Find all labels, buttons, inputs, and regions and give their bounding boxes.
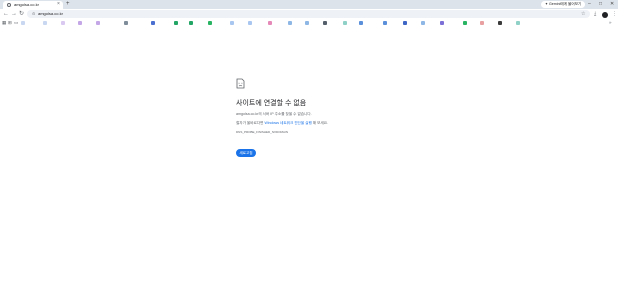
menu-icon[interactable]: ⋮ (612, 10, 617, 18)
bookmark-favicon-icon (288, 21, 292, 25)
bookmark-favicon-icon (96, 21, 100, 25)
bookmark-favicon-icon (248, 21, 252, 25)
broken-page-icon (236, 78, 245, 89)
new-tab-icon[interactable]: + (66, 1, 70, 8)
reload-icon[interactable]: ↻ (19, 10, 24, 18)
tab-groups-icon[interactable]: ⊞ (8, 20, 12, 26)
gemini-button[interactable]: ✦ Gemini에게 물어보기 (541, 1, 586, 8)
gemini-label: Gemini에게 물어보기 (549, 2, 582, 6)
error-title: 사이트에 연결할 수 없음 (236, 100, 307, 107)
bookmark-favicon-icon (440, 21, 444, 25)
bookmark-favicon-icon (61, 21, 65, 25)
bookmarks-bar: ▦ ⊞ ▭ (0, 19, 618, 27)
bookmark-favicon-icon (78, 21, 82, 25)
browser-tab[interactable]: amgolsa.co.kr × (3, 1, 63, 9)
sparkle-icon: ✦ (545, 2, 549, 6)
bookmark-favicon-icon (498, 21, 502, 25)
bookmark-favicon-icon (305, 21, 309, 25)
site-info-icon[interactable]: ⊙ (32, 11, 35, 17)
toolbar: ← → ↻ ⊙ amgolsa.co.kr ☆ ⤓ ⋮ (0, 9, 618, 19)
error-suggestion: 철자가 올바르다면 Windows 네트워크 진단을 실행 해 보세요. (236, 121, 328, 126)
bookmark-favicon-icon (516, 21, 520, 25)
bookmark-favicon-icon (343, 21, 347, 25)
network-diagnostics-link[interactable]: Windows 네트워크 진단을 실행 (264, 121, 311, 125)
bookmark-favicon-icon (268, 21, 272, 25)
bookmark-favicon-icon (124, 21, 128, 25)
tab-title: amgolsa.co.kr (14, 2, 39, 7)
bookmark-favicon-icon (463, 21, 467, 25)
bookmark-favicon-icon (208, 21, 212, 25)
minimize-icon[interactable]: – (588, 0, 591, 8)
avatar[interactable] (602, 12, 608, 18)
bookmark-favicon-icon (359, 21, 363, 25)
reload-button[interactable]: 새로고침 (236, 149, 256, 157)
apps-icon[interactable]: ▦ (2, 20, 6, 26)
bookmark-folder-icon[interactable]: ▭ (14, 20, 18, 26)
bookmark-favicon-icon (43, 21, 47, 25)
forward-icon[interactable]: → (11, 10, 17, 18)
maximize-icon[interactable]: □ (599, 0, 602, 8)
bookmark-favicon-icon (323, 21, 327, 25)
suggestion-suffix: 해 보세요. (312, 121, 329, 125)
bookmark-star-icon[interactable]: ☆ (581, 10, 585, 18)
bookmark-favicon-icon (189, 21, 193, 25)
close-window-icon[interactable]: ✕ (610, 0, 614, 8)
bookmark-favicon-icon (421, 21, 425, 25)
tab-strip: amgolsa.co.kr × + ✦ Gemini에게 물어보기 – □ ✕ (0, 0, 618, 9)
close-tab-icon[interactable]: × (57, 1, 60, 8)
suggestion-prefix: 철자가 올바르다면 (236, 121, 264, 125)
error-description: amgolsa.co.kr의 서버 IP 주소를 찾을 수 없습니다. (236, 112, 312, 116)
bookmark-favicon-icon (151, 21, 155, 25)
bookmark-favicon-icon (174, 21, 178, 25)
bookmark-favicon-icon (480, 21, 484, 25)
download-icon[interactable]: ⤓ (594, 10, 596, 18)
bookmark-favicon-icon (21, 21, 25, 25)
more-bookmarks-icon[interactable]: » (609, 19, 612, 27)
address-url[interactable]: amgolsa.co.kr (38, 11, 63, 17)
bookmark-favicon-icon (403, 21, 407, 25)
bookmark-favicon-icon (383, 21, 387, 25)
error-code: DNS_PROBE_FINISHED_NXDOMAIN (236, 130, 289, 134)
bookmark-favicon-icon (230, 21, 234, 25)
globe-icon (7, 3, 11, 7)
address-bar[interactable]: ⊙ amgolsa.co.kr ☆ (27, 10, 590, 18)
back-icon[interactable]: ← (3, 10, 9, 18)
